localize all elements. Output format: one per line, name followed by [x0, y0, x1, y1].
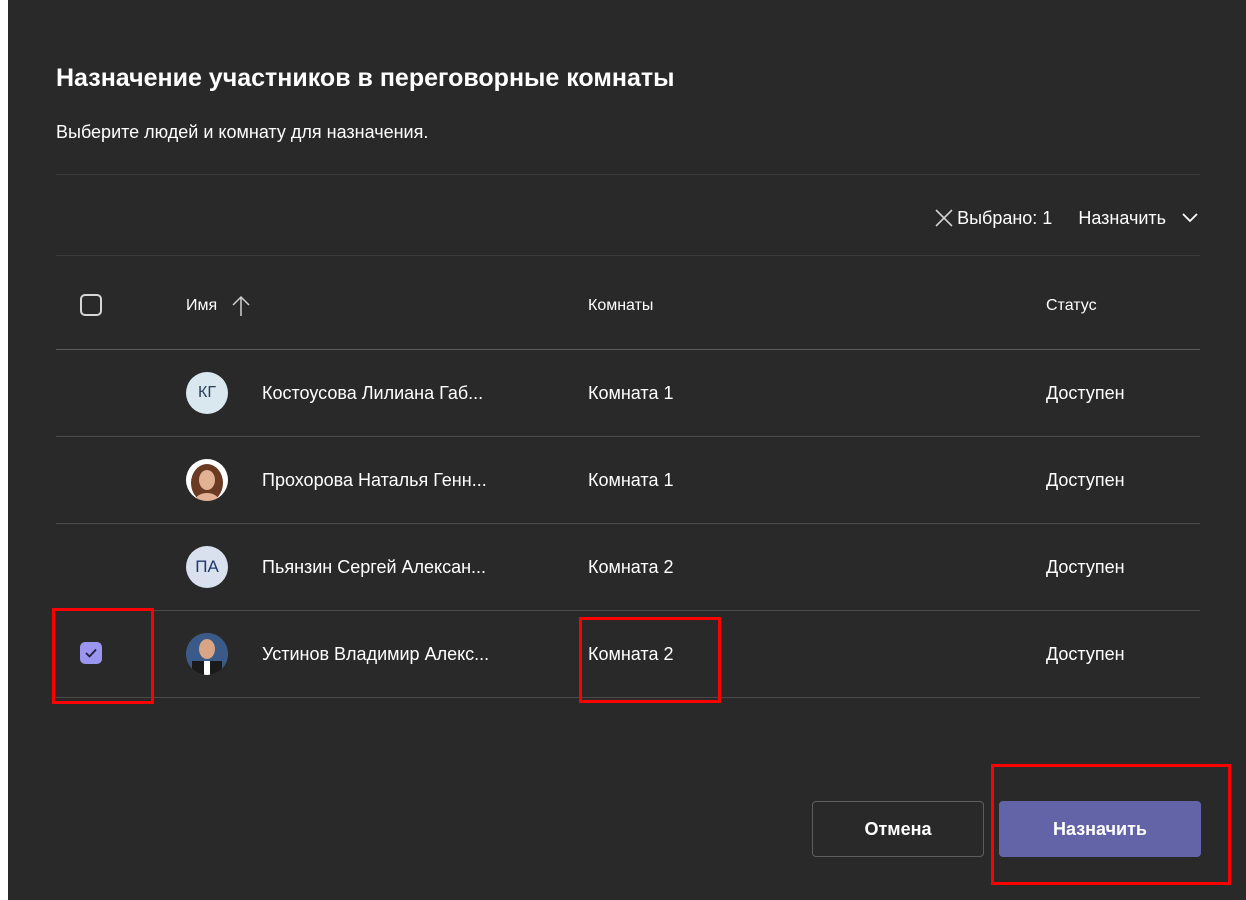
cancel-button[interactable]: Отмена	[812, 801, 984, 857]
participant-name: Прохорова Наталья Генн...	[262, 469, 487, 490]
assign-button[interactable]: Назначить	[999, 801, 1201, 857]
status-column-header[interactable]: Статус	[1046, 297, 1097, 315]
assign-rooms-dialog: Назначение участников в переговорные ком…	[8, 0, 1246, 900]
status-cell: Доступен	[1046, 469, 1125, 490]
row-checkbox-cell	[80, 468, 104, 492]
chevron-down-icon	[1182, 213, 1198, 223]
clear-selection-button[interactable]: Выбрано: 1	[933, 207, 1052, 229]
participant-name: Костоусова Лилиана Габ...	[262, 382, 484, 403]
status-cell: Доступен	[1046, 382, 1125, 403]
avatar: ПА	[186, 546, 228, 588]
room-cell: Комната 1	[588, 469, 674, 490]
select-all-cell	[80, 293, 104, 318]
status-cell: Доступен	[1046, 643, 1125, 664]
assign-menu-label: Назначить	[1078, 207, 1166, 228]
table-row[interactable]: Прохорова Наталья Генн... Комната 1 Дост…	[56, 437, 1200, 524]
avatar: КГ	[186, 372, 228, 414]
name-cell: ПА Пьянзин Сергей Алексан...	[186, 546, 486, 588]
row-checkbox-cell	[80, 642, 104, 666]
selection-toolbar: Выбрано: 1 Назначить	[933, 198, 1200, 238]
row-checkbox-cell	[80, 555, 104, 579]
name-column-label: Имя	[186, 296, 218, 314]
avatar	[186, 633, 228, 675]
table-row[interactable]: Устинов Владимир Алекс... Комната 2 Дост…	[56, 611, 1200, 698]
room-cell: Комната 1	[588, 382, 674, 403]
select-all-checkbox[interactable]	[80, 293, 102, 316]
table-row[interactable]: ПА Пьянзин Сергей Алексан... Комната 2 Д…	[56, 524, 1200, 611]
participant-name: Устинов Владимир Алекс...	[262, 643, 490, 664]
avatar	[186, 459, 228, 501]
checkmark-icon	[85, 648, 97, 658]
selected-count: Выбрано: 1	[957, 207, 1053, 228]
close-icon	[935, 209, 953, 227]
room-cell: Комната 2	[588, 556, 674, 577]
divider	[56, 255, 1200, 256]
name-column-header[interactable]: Имя	[186, 295, 251, 317]
dialog-title: Назначение участников в переговорные ком…	[56, 64, 675, 92]
name-cell: КГ Костоусова Лилиана Габ...	[186, 372, 483, 414]
row-checkbox[interactable]	[80, 642, 102, 664]
participants-table: Имя Комнаты Статус КГ Костоусова Лилиана…	[56, 262, 1200, 698]
row-checkbox-cell	[80, 381, 104, 405]
status-cell: Доступен	[1046, 556, 1125, 577]
rooms-column-header[interactable]: Комнаты	[588, 297, 653, 315]
person-photo-icon	[186, 459, 228, 501]
divider	[56, 174, 1200, 175]
person-photo-icon	[186, 633, 228, 675]
table-row[interactable]: КГ Костоусова Лилиана Габ... Комната 1 Д…	[56, 350, 1200, 437]
participant-name: Пьянзин Сергей Алексан...	[262, 556, 487, 577]
room-cell: Комната 2	[588, 643, 674, 664]
assign-menu-button[interactable]: Назначить	[1078, 208, 1200, 229]
name-cell: Устинов Владимир Алекс...	[186, 633, 489, 675]
table-header-row: Имя Комнаты Статус	[56, 262, 1200, 350]
dialog-subtitle: Выберите людей и комнату для назначения.	[56, 122, 429, 142]
name-cell: Прохорова Наталья Генн...	[186, 459, 487, 501]
arrow-up-icon	[232, 295, 250, 316]
